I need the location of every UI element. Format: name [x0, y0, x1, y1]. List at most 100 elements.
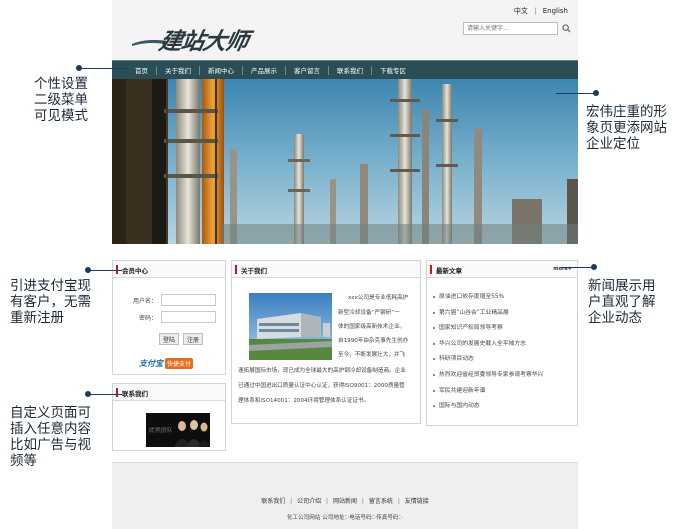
footer-link-contact[interactable]: 联系我们	[261, 498, 285, 505]
language-bar: 中文 | English	[514, 6, 568, 16]
site-footer: 联系我们 | 公司介绍 | 网站新闻 | 留言系统 | 友情链接 化工公司网站 …	[112, 462, 578, 529]
callout-connector	[88, 394, 122, 395]
header-marker	[235, 265, 237, 274]
latest-news-title: 最新文章	[436, 267, 462, 275]
footer-separator: |	[361, 498, 364, 505]
callout-alipay: 引进支付宝现 有客户，无需 重新注册	[10, 278, 91, 326]
callout-line-text: 重新注册	[10, 310, 64, 326]
news-list-item[interactable]: 华兴公司的发展史载入全平域方志	[433, 340, 573, 356]
register-button[interactable]: 注册	[183, 333, 203, 345]
callout-dot	[591, 264, 597, 270]
latest-news-header: 最新文章 more+	[427, 261, 577, 278]
about-text-line: 已通过中国进出口质量认证中心认证，获得ISO9001：2000质量管	[238, 383, 405, 389]
about-text-line: 自1990年由杂克事先生创办	[338, 338, 409, 344]
search-button[interactable]	[560, 22, 573, 35]
nav-item-guestbook[interactable]: 客户留言	[286, 65, 328, 75]
password-row: 密码：	[113, 311, 227, 323]
about-text-line: 体的国家级高新技术企业。	[338, 324, 406, 330]
contact-us-panel: 联系我们 优秀团队	[112, 383, 226, 451]
footer-company-info: 化工公司网站 公司地址：·电话号码：·传真号码：·	[286, 515, 404, 521]
callout-line-text: 自定义页面可	[10, 405, 91, 421]
login-button[interactable]: 登陆	[159, 333, 179, 345]
footer-link-company[interactable]: 公司介绍	[297, 498, 321, 505]
callout-line-text: 可见模式	[34, 108, 88, 124]
logo-text: 建站大师	[156, 29, 251, 55]
news-list-item[interactable]: 科研项目动态	[433, 355, 573, 371]
building-image	[249, 293, 332, 360]
callout-dot	[76, 65, 82, 71]
footer-link-guestbook[interactable]: 留言系统	[369, 498, 393, 505]
banner-industrial-image	[112, 79, 578, 244]
callout-line-text: 插入任意内容	[10, 421, 91, 437]
news-list: 原油进口依存度增至55% 第六届“山谷会”工业精品展 国家知识产权局领导考察 华…	[433, 293, 573, 418]
about-text-line: 速拓展国际市场，现已成为全球最大的高护钢冷却设备制造商。企业	[238, 368, 406, 374]
news-list-item[interactable]: 国家知识产权局领导考察	[433, 324, 573, 340]
contact-us-title: 联系我们	[122, 390, 148, 398]
member-center-panel: 会员中心 用户名： 密码： 登陆 注册 支付宝 快捷支付	[112, 260, 226, 375]
about-us-panel: 关于我们 xxx公司是专业低耗高护 新型冷却设备“严钢研”一 体的国家级高新技术…	[231, 260, 421, 424]
password-input[interactable]	[161, 311, 216, 323]
footer-link-news[interactable]: 网站新闻	[333, 498, 357, 505]
news-list-item[interactable]: 国际与国内动态	[433, 402, 573, 418]
nav-item-download[interactable]: 下载专区	[372, 65, 414, 75]
website-preview: 建站大师 中文 | English 首页 关于我们 新闻中心 产品展示 客户留言	[112, 0, 578, 529]
auth-buttons-row: 登陆 注册	[113, 333, 227, 345]
callout-menu-mode: 个性设置 二级菜单 可见模式	[34, 76, 88, 124]
site-logo[interactable]: 建站大师	[130, 12, 260, 55]
news-list-item[interactable]: 军民共建迎新年谱	[433, 387, 573, 403]
password-label: 密码：	[138, 315, 157, 322]
footer-separator: |	[397, 498, 400, 505]
search-icon	[562, 24, 571, 33]
callout-line-text: 有客户，无需	[10, 294, 91, 310]
callout-line-text: 象页更添网站	[586, 120, 667, 136]
search-box	[463, 22, 573, 35]
callout-line-text: 企业定位	[586, 136, 640, 152]
main-nav: 首页 关于我们 新闻中心 产品展示 客户留言 联系我们 下载专区	[112, 60, 578, 79]
nav-item-home[interactable]: 首页	[127, 65, 156, 75]
about-text-line: xxx公司是专业低耗高护	[348, 295, 409, 301]
footer-separator: |	[290, 498, 293, 505]
callout-banner-image: 宏伟庄重的形 象页更添网站 企业定位	[586, 104, 667, 152]
callout-line-text: 新闻展示用	[588, 278, 656, 294]
about-us-title: 关于我们	[241, 267, 267, 275]
callout-line-text: 比如广告与视	[10, 437, 91, 453]
nav-item-contact[interactable]: 联系我们	[329, 65, 371, 75]
callout-connector	[78, 68, 128, 69]
username-input[interactable]	[161, 294, 216, 306]
footer-links: 联系我们 | 公司介绍 | 网站新闻 | 留言系统 | 友情链接	[112, 496, 578, 505]
footer-link-friends[interactable]: 友情链接	[405, 498, 429, 505]
about-text-line: 新型冷却设备“严钢研”一	[338, 310, 400, 316]
callout-custom-page: 自定义页面可 插入任意内容 比如广告与视 频等	[10, 405, 91, 469]
contact-team-image[interactable]: 优秀团队	[146, 413, 210, 447]
site-header: 建站大师 中文 | English	[112, 0, 578, 60]
news-list-item[interactable]: 热烈欢迎省经贸委领导专家参观考察华兴	[433, 371, 573, 387]
callout-line-text: 企业动态	[588, 310, 642, 326]
nav-item-products[interactable]: 产品展示	[243, 65, 285, 75]
about-us-header: 关于我们	[232, 261, 420, 278]
callout-connector	[560, 267, 594, 268]
lang-chinese-link[interactable]: 中文	[514, 7, 528, 15]
company-building-photo[interactable]	[249, 293, 332, 360]
username-row: 用户名：	[113, 294, 227, 306]
lang-english-link[interactable]: English	[543, 7, 568, 15]
callout-line-text: 频等	[10, 453, 37, 469]
latest-news-panel: 最新文章 more+ 原油进口依存度增至55% 第六届“山谷会”工业精品展 国家…	[426, 260, 578, 426]
hero-banner	[112, 79, 578, 244]
contact-us-header: 联系我们	[113, 384, 225, 401]
header-marker	[116, 388, 118, 397]
nav-item-news[interactable]: 新闻中心	[200, 65, 242, 75]
header-marker	[430, 265, 432, 274]
news-list-item[interactable]: 第六届“山谷会”工业精品展	[433, 309, 573, 325]
news-list-item[interactable]: 原油进口依存度增至55%	[433, 293, 573, 309]
search-input[interactable]	[463, 22, 558, 35]
member-center-header: 会员中心	[113, 261, 225, 278]
callout-connector	[88, 270, 122, 271]
alipay-badge[interactable]: 支付宝 快捷支付	[139, 356, 201, 370]
alipay-logo-text: 支付宝	[139, 358, 163, 368]
callout-dot	[593, 90, 599, 96]
lang-separator: |	[534, 7, 537, 15]
callout-connector	[556, 93, 596, 94]
nav-item-about[interactable]: 关于我们	[157, 65, 199, 75]
about-text-line: 至今，不断发展壮大，并飞	[338, 352, 406, 358]
member-center-title: 会员中心	[122, 267, 148, 275]
